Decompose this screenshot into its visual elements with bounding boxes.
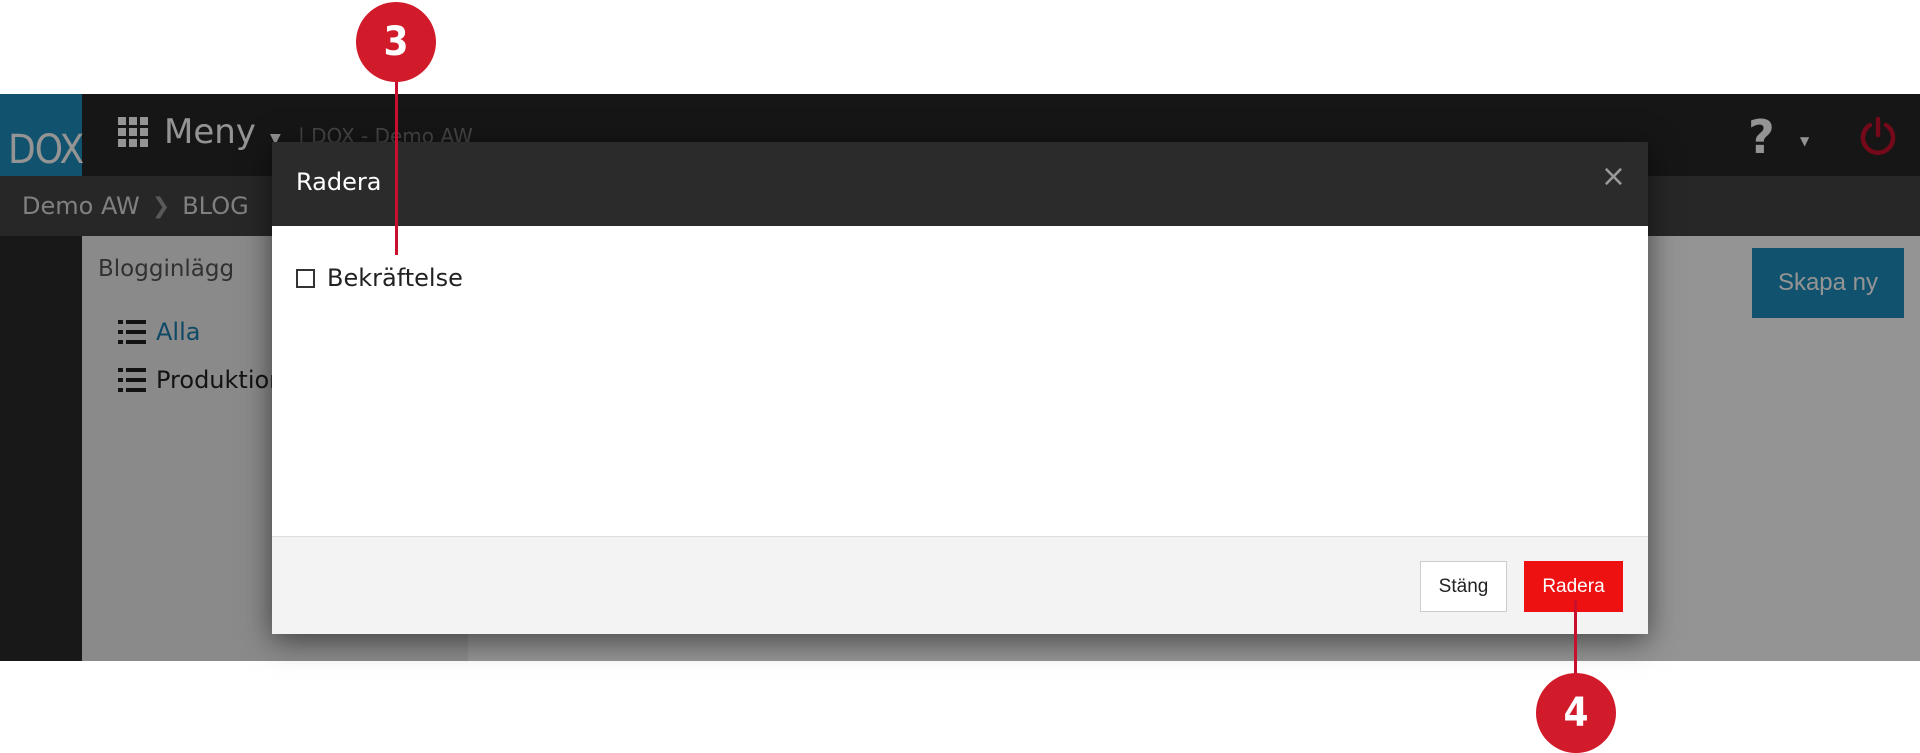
close-icon[interactable]: × <box>1601 162 1626 192</box>
confirm-label: Bekräftelse <box>327 264 463 292</box>
callout-badge-3: 3 <box>356 2 436 82</box>
dialog-body: Bekräftelse <box>272 226 1648 536</box>
callout-line <box>395 80 398 255</box>
callout-line <box>1574 600 1577 680</box>
close-button[interactable]: Stäng <box>1420 561 1507 612</box>
screenshot-stage: DOX Meny ▼ | DOX - Demo AW ? ▼ Demo AW ❯… <box>0 0 1920 753</box>
dialog-footer: Stäng Radera <box>272 536 1648 634</box>
confirm-checkbox[interactable] <box>296 268 315 288</box>
callout-badge-4: 4 <box>1536 673 1616 753</box>
delete-dialog: Radera × Bekräftelse Stäng Radera <box>272 142 1648 634</box>
confirm-checkbox-row[interactable]: Bekräftelse <box>296 264 463 292</box>
dialog-title: Radera <box>296 168 382 196</box>
dialog-header: Radera × <box>272 142 1648 226</box>
